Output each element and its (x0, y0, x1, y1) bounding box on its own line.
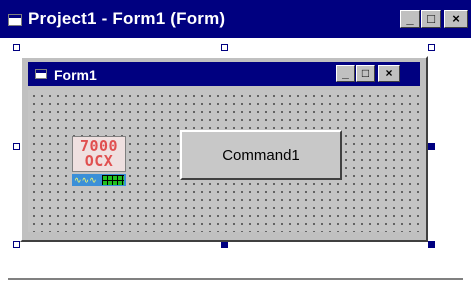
form-minimize-button[interactable]: _ (336, 65, 355, 82)
resize-handle-right[interactable] (428, 143, 435, 150)
wave-icon: ∿∿∿ (74, 175, 97, 185)
command-button[interactable]: Command1 (180, 130, 342, 180)
form-client-area[interactable]: 7000 OCX ∿∿∿ Command1 (28, 90, 420, 232)
resize-handle-top (221, 44, 228, 51)
form-window[interactable]: Form1 _ □ × 7000 OCX ∿∿∿ Command1 (20, 56, 428, 242)
outer-titlebar[interactable]: Project1 - Form1 (Form) _ □ × (0, 0, 471, 38)
form-close-button[interactable]: × (378, 65, 400, 82)
resize-handle-bottom-left (13, 241, 20, 248)
resize-handle-top-left (13, 44, 20, 51)
outer-maximize-button[interactable]: □ (421, 10, 441, 28)
outer-window-title: Project1 - Form1 (Form) (28, 9, 226, 28)
resize-handle-bottom-right[interactable] (428, 241, 435, 248)
grid-icon (102, 175, 124, 185)
outer-minimize-button[interactable]: _ (400, 10, 420, 28)
outer-close-button[interactable]: × (444, 10, 468, 28)
designer-bottom-edge (8, 278, 463, 280)
form-title: Form1 (54, 67, 97, 83)
form-window-icon (35, 69, 47, 79)
ocx-label: 7000 OCX (72, 136, 126, 172)
resize-handle-bottom[interactable] (221, 241, 228, 248)
ocx-control[interactable]: 7000 OCX ∿∿∿ (72, 136, 126, 188)
resize-handle-left (13, 143, 20, 150)
ocx-graph: ∿∿∿ (72, 174, 126, 186)
form-titlebar[interactable]: Form1 _ □ × (28, 62, 420, 86)
window-icon (8, 14, 22, 26)
resize-handle-top-right (428, 44, 435, 51)
form-maximize-button[interactable]: □ (356, 65, 375, 82)
